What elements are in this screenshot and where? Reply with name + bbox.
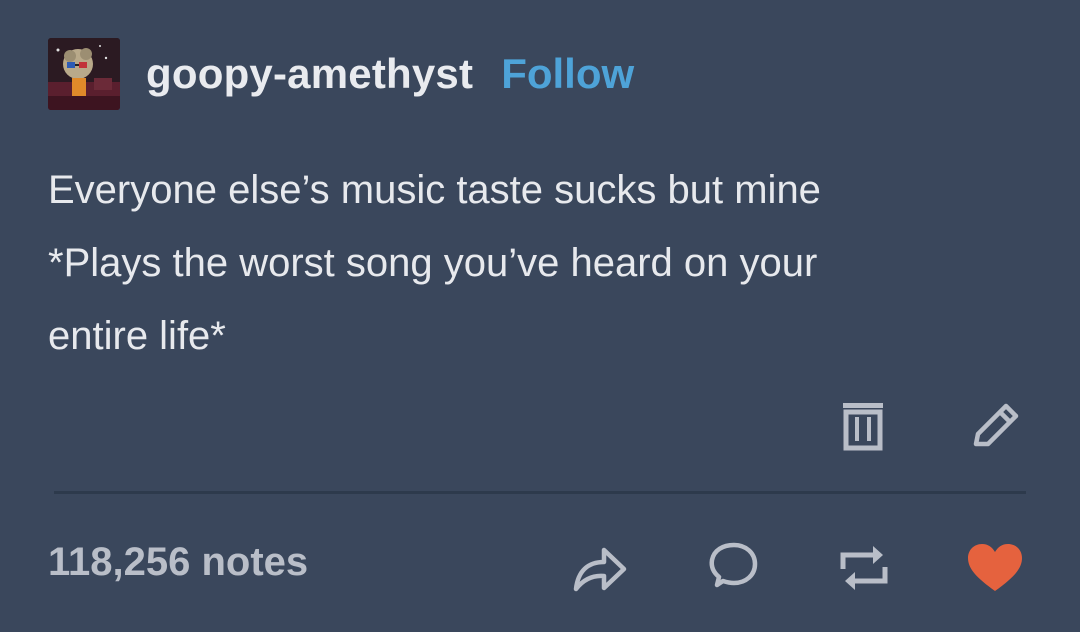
footer-divider: [54, 491, 1026, 494]
avatar[interactable]: [48, 38, 120, 110]
like-button[interactable]: [965, 541, 1025, 595]
speech-bubble-icon: [709, 542, 758, 588]
post-body-line: Everyone else’s music taste sucks but mi…: [48, 168, 821, 212]
post-card: goopy-amethyst Follow Everyone else’s mu…: [0, 0, 1080, 632]
reply-button[interactable]: [705, 541, 761, 595]
heart-icon: [968, 544, 1022, 591]
pencil-icon: [973, 403, 1019, 447]
edit-button[interactable]: [968, 400, 1022, 452]
post-body: Everyone else’s music taste sucks but mi…: [48, 154, 1038, 373]
post-header: goopy-amethyst Follow: [48, 38, 634, 110]
reblog-button[interactable]: [835, 541, 893, 595]
share-icon: [573, 547, 627, 592]
share-button[interactable]: [570, 541, 630, 595]
avatar-image: [48, 38, 120, 110]
reblog-icon: [840, 546, 888, 590]
username-link[interactable]: goopy-amethyst: [146, 50, 473, 98]
post-body-line: entire life*: [48, 314, 226, 358]
notes-count[interactable]: 118,256 notes: [48, 540, 308, 585]
trash-icon: [843, 403, 883, 451]
post-body-line: *Plays the worst song you’ve heard on yo…: [48, 241, 818, 285]
follow-button[interactable]: Follow: [501, 50, 634, 98]
delete-button[interactable]: [838, 400, 888, 452]
